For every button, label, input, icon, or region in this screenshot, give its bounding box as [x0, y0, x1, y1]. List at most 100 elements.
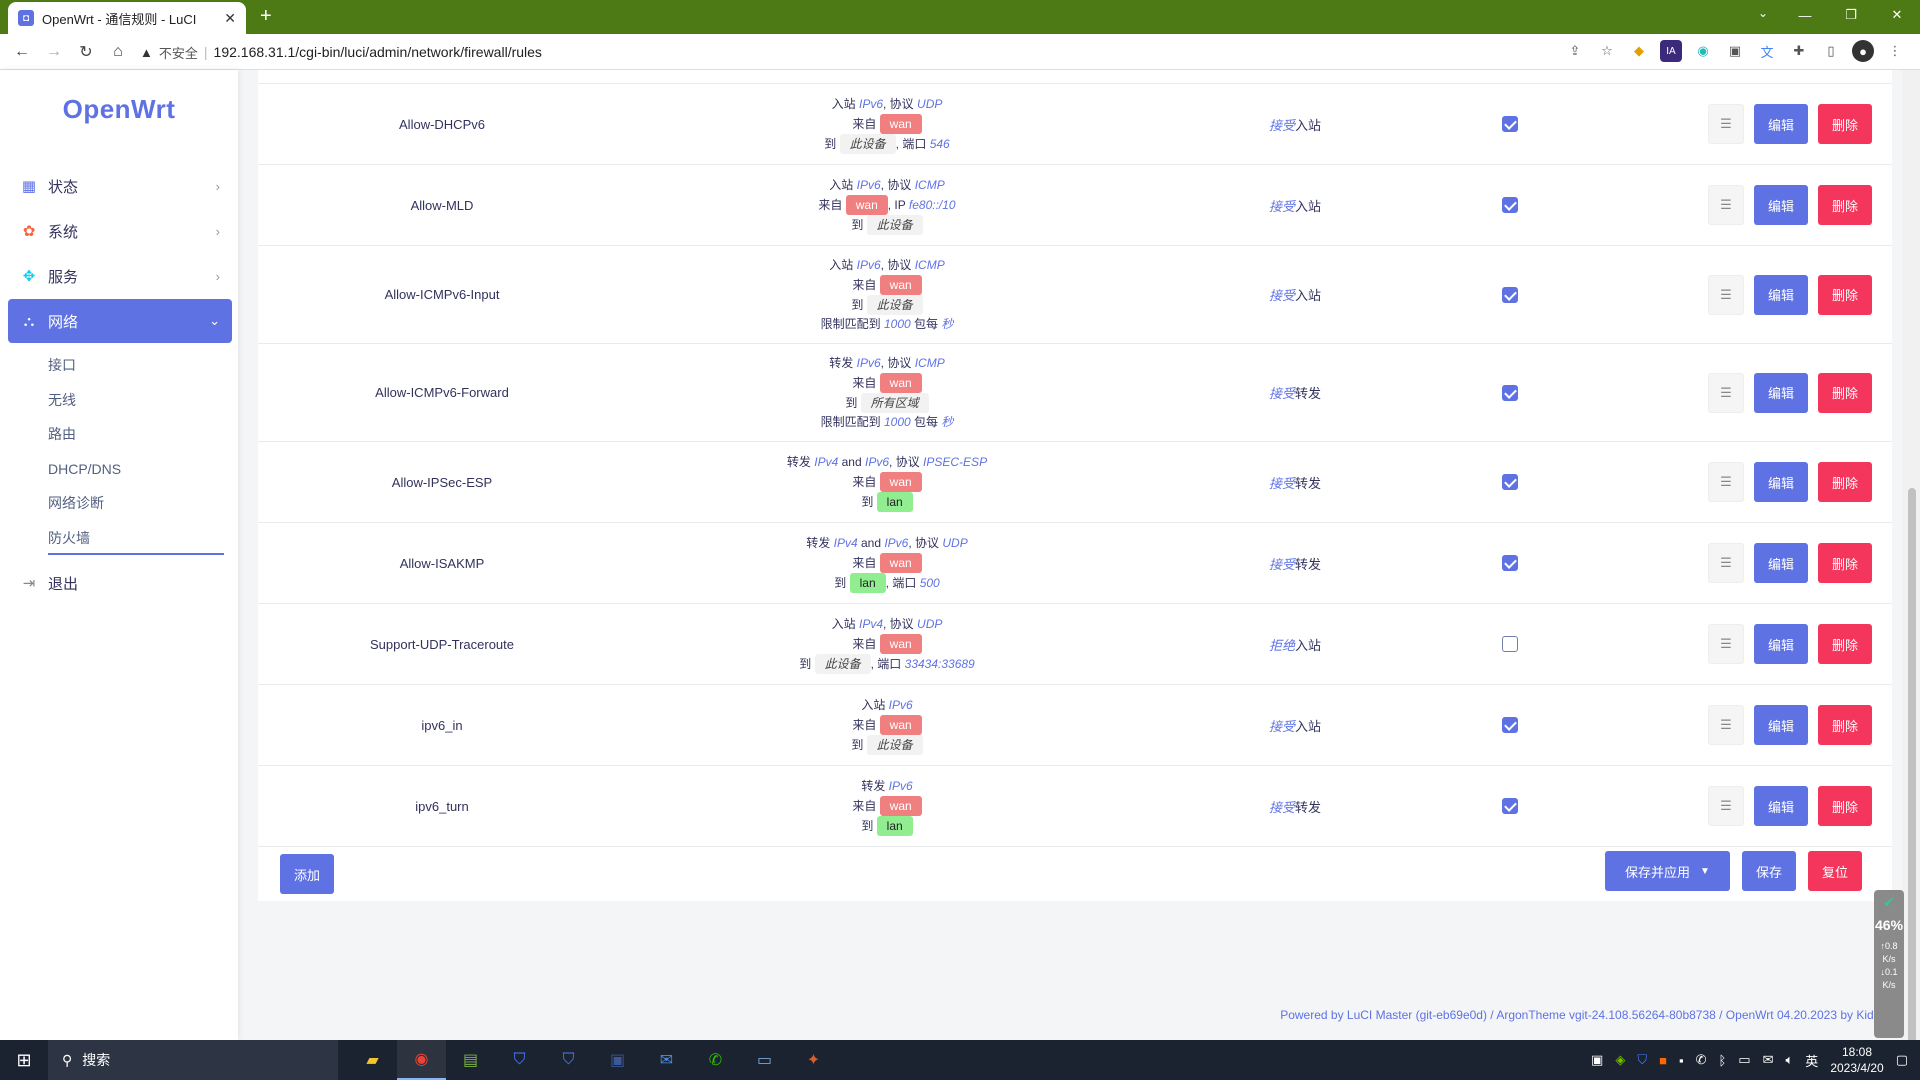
back-icon[interactable]: ← [6, 36, 38, 68]
edit-button[interactable]: 编辑 [1754, 185, 1808, 225]
extension-4-icon[interactable]: ▣ [1724, 40, 1746, 62]
drag-handle-icon[interactable]: ☰ [1708, 372, 1744, 413]
window-close-icon[interactable]: ✕ [1874, 0, 1920, 30]
notification-icon[interactable]: ▢ [1896, 1052, 1908, 1068]
enable-checkbox[interactable] [1502, 636, 1518, 653]
notepad-icon[interactable]: ▤ [446, 1040, 495, 1080]
clock[interactable]: 18:08 2023/4/20 [1830, 1044, 1883, 1076]
remote-desktop-icon[interactable]: ▭ [740, 1040, 789, 1080]
ime-indicator[interactable]: 英 [1805, 1051, 1818, 1070]
page-footer[interactable]: Powered by LuCI Master (git-eb69e0d) / A… [1280, 1008, 1892, 1022]
delete-button[interactable]: 删除 [1818, 185, 1872, 225]
profile-avatar-icon[interactable]: ● [1852, 40, 1874, 62]
drag-handle-icon[interactable]: ☰ [1708, 185, 1744, 225]
sidebar-item-network[interactable]: ⛬ 网络 ⌄ [8, 299, 232, 343]
display-icon[interactable]: ▭ [1738, 1052, 1750, 1068]
save-apply-button[interactable]: 保存并应用 ▼ [1605, 851, 1730, 891]
sidebar-item-logout[interactable]: ⇥ 退出 [8, 561, 232, 605]
security-app-2-icon[interactable]: ⛉ [544, 1040, 593, 1080]
drag-handle-icon[interactable]: ☰ [1708, 274, 1744, 315]
delete-button[interactable]: 删除 [1818, 786, 1872, 826]
extension-2-icon[interactable]: IA [1660, 40, 1682, 62]
enable-checkbox[interactable] [1502, 286, 1518, 303]
new-tab-icon[interactable]: + [260, 6, 272, 26]
enable-checkbox[interactable] [1502, 384, 1518, 401]
insecure-label[interactable]: 不安全 [159, 43, 198, 62]
delete-button[interactable]: 删除 [1818, 104, 1872, 144]
enable-checkbox[interactable] [1502, 474, 1518, 491]
delete-button[interactable]: 删除 [1818, 372, 1872, 413]
delete-button[interactable]: 删除 [1818, 543, 1872, 583]
forward-icon[interactable]: → [38, 36, 70, 68]
delete-button[interactable]: 删除 [1818, 462, 1872, 502]
tray-app-2-icon[interactable]: ■ [1659, 1053, 1667, 1068]
extension-1-icon[interactable]: ◆ [1628, 40, 1650, 62]
volume-icon[interactable]: 🔈︎ [1785, 1052, 1793, 1068]
page-scrollbar[interactable] [1902, 70, 1920, 1080]
extension-3-icon[interactable]: ◉ [1692, 40, 1714, 62]
sidebar-item-system[interactable]: ✿ 系统 › [8, 209, 232, 253]
menu-dots-icon[interactable]: ⋮ [1884, 40, 1906, 62]
share-icon[interactable]: ⇪ [1564, 40, 1586, 62]
edit-button[interactable]: 编辑 [1754, 274, 1808, 315]
browser-tab[interactable]: ◘ OpenWrt - 通信规则 - LuCI ✕ [8, 2, 246, 34]
drag-handle-icon[interactable]: ☰ [1708, 705, 1744, 745]
minimize-icon[interactable]: — [1782, 0, 1828, 30]
delete-button[interactable]: 删除 [1818, 274, 1872, 315]
puzzle-icon[interactable]: ✚ [1788, 40, 1810, 62]
drag-handle-icon[interactable]: ☰ [1708, 543, 1744, 583]
nvidia-icon[interactable]: ◈ [1615, 1052, 1625, 1068]
enable-checkbox[interactable] [1502, 798, 1518, 815]
caret-down-icon[interactable]: ▼ [1700, 866, 1710, 877]
drag-handle-icon[interactable]: ☰ [1708, 104, 1744, 144]
submenu-item-interfaces[interactable]: 接口 [48, 348, 232, 383]
warning-icon[interactable]: ▲ [140, 45, 153, 60]
reload-icon[interactable]: ↻ [70, 36, 102, 68]
security-app-icon[interactable]: ⛉ [495, 1040, 544, 1080]
windows-start-icon[interactable]: ⊞ [0, 1040, 48, 1080]
submenu-item-routes[interactable]: 路由 [48, 417, 232, 452]
enable-checkbox[interactable] [1502, 197, 1518, 214]
submenu-item-dhcp-dns[interactable]: DHCP/DNS [48, 452, 232, 487]
mail-app-icon[interactable]: ✉ [642, 1040, 691, 1080]
bookmark-star-icon[interactable]: ☆ [1596, 40, 1618, 62]
bluetooth-icon[interactable]: ᛒ [1718, 1053, 1726, 1068]
drag-handle-icon[interactable]: ☰ [1708, 624, 1744, 664]
wechat-icon[interactable]: ✆ [691, 1040, 740, 1080]
url-box[interactable]: ▲ 不安全 | 192.168.31.1/cgi-bin/luci/admin/… [140, 38, 1590, 66]
network-speed-widget[interactable]: ✔ 46% ↑0.8 K/s ↓0.1 K/s [1874, 890, 1904, 1038]
scrollbar-thumb[interactable] [1908, 488, 1916, 1080]
sidebar-item-status[interactable]: ▦ 状态 › [8, 164, 232, 208]
edit-button[interactable]: 编辑 [1754, 372, 1808, 413]
submenu-item-diagnostics[interactable]: 网络诊断 [48, 486, 232, 521]
delete-button[interactable]: 删除 [1818, 624, 1872, 664]
submenu-item-wireless[interactable]: 无线 [48, 383, 232, 418]
delete-button[interactable]: 删除 [1818, 705, 1872, 745]
tray-wechat-icon[interactable]: ✆ [1696, 1052, 1707, 1068]
tray-mail-icon[interactable]: ✉ [1763, 1052, 1774, 1068]
file-explorer-icon[interactable]: ▰ [348, 1040, 397, 1080]
vm-app-icon[interactable]: ▣ [593, 1040, 642, 1080]
tab-close-icon[interactable]: ✕ [224, 10, 236, 27]
home-icon[interactable]: ⌂ [102, 36, 134, 68]
reset-button[interactable]: 复位 [1808, 851, 1862, 891]
enable-checkbox[interactable] [1502, 555, 1518, 572]
sidepanel-icon[interactable]: ▯ [1820, 40, 1842, 62]
enable-checkbox[interactable] [1502, 717, 1518, 734]
submenu-item-firewall[interactable]: 防火墙 [48, 521, 224, 555]
edit-button[interactable]: 编辑 [1754, 624, 1808, 664]
add-button[interactable]: 添加 [280, 854, 334, 894]
brand-logo[interactable]: OpenWrt [0, 94, 238, 125]
save-button[interactable]: 保存 [1742, 851, 1796, 891]
restore-icon[interactable]: ❐ [1828, 0, 1874, 30]
edit-button[interactable]: 编辑 [1754, 705, 1808, 745]
tray-shield-icon[interactable]: ⛉ [1637, 1052, 1647, 1068]
drag-handle-icon[interactable]: ☰ [1708, 786, 1744, 826]
taskbar-search[interactable]: ⚲ 搜索 [48, 1040, 338, 1080]
enable-checkbox[interactable] [1502, 116, 1518, 133]
url-text[interactable]: 192.168.31.1/cgi-bin/luci/admin/network/… [214, 44, 542, 60]
edit-button[interactable]: 编辑 [1754, 786, 1808, 826]
tab-search-icon[interactable]: ⌄ [1758, 6, 1768, 20]
tray-app-3-icon[interactable]: ▪ [1679, 1053, 1684, 1068]
chrome-icon[interactable]: ◉ [397, 1040, 446, 1080]
